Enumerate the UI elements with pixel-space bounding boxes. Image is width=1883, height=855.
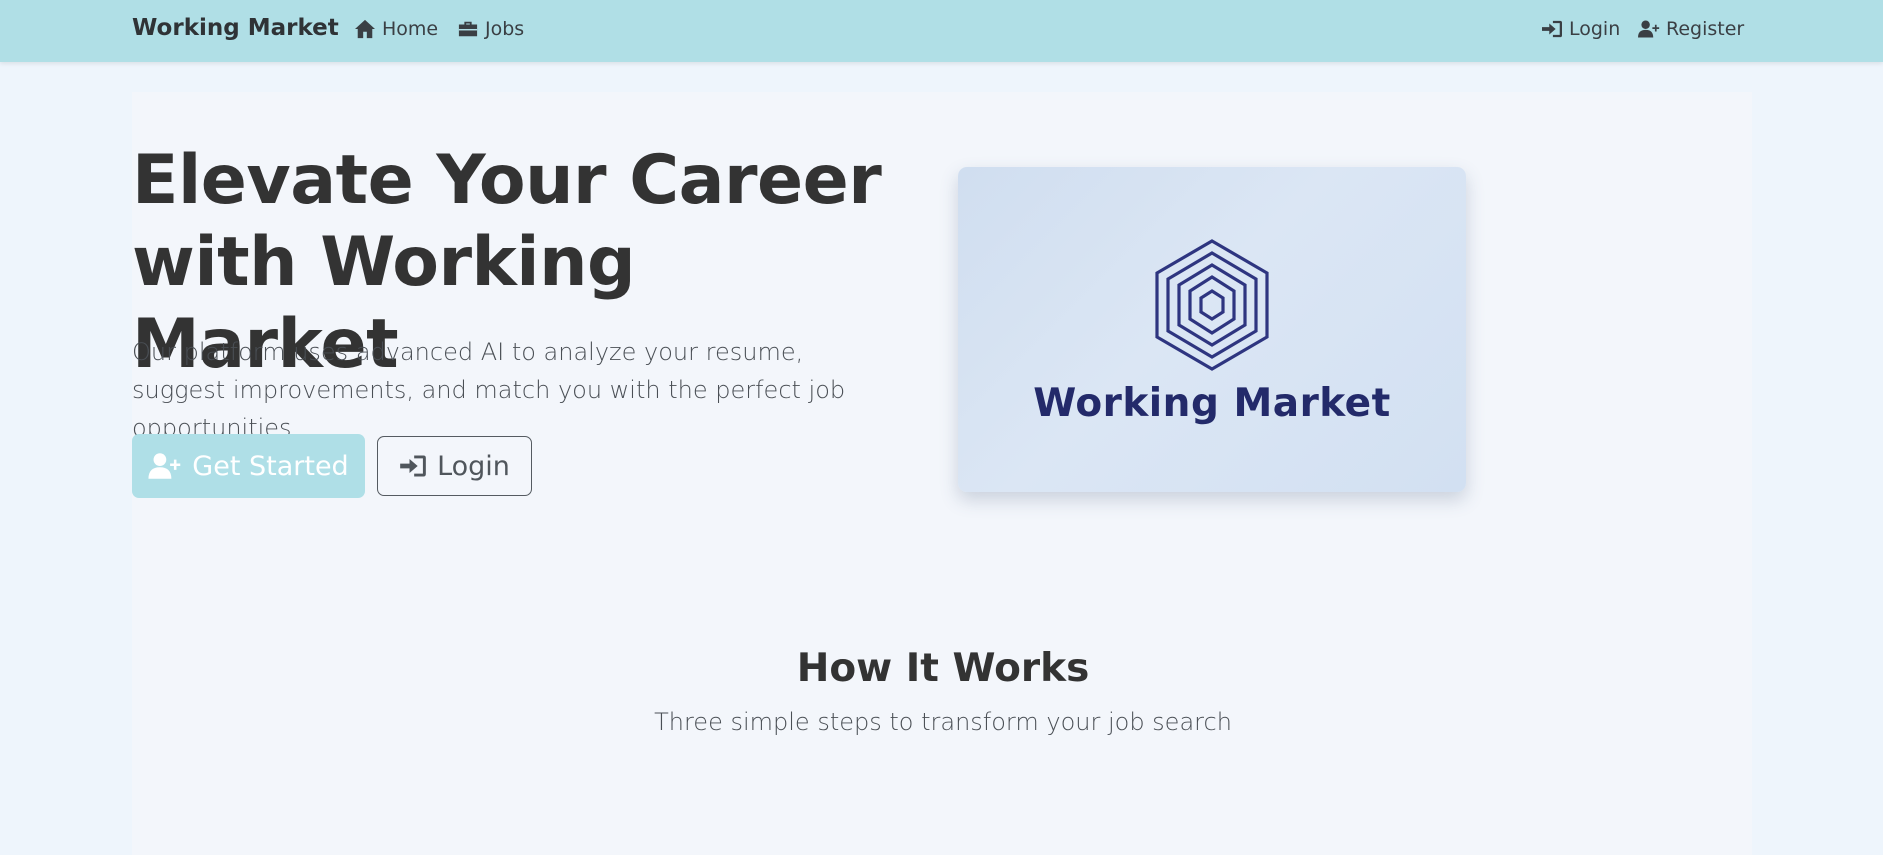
nav-register-link[interactable]: Register	[1638, 18, 1744, 40]
nav-home-label: Home	[382, 18, 439, 40]
hero-title-line1: Elevate Your Career	[132, 141, 882, 220]
briefcase-icon	[458, 21, 478, 37]
how-it-works-subtitle: Three simple steps to transform your job…	[654, 708, 1232, 736]
brand-link[interactable]: Working Market	[132, 15, 339, 41]
nav-jobs-link[interactable]: Jobs	[457, 18, 524, 40]
logo-wordmark: Working Market	[1033, 381, 1391, 426]
nav-home-link[interactable]: Home	[354, 18, 438, 40]
get-started-label: Get Started	[192, 450, 349, 482]
sign-in-icon	[400, 455, 426, 477]
user-plus-icon	[1638, 20, 1660, 38]
get-started-button[interactable]: Get Started	[132, 434, 365, 498]
hero-login-label: Login	[437, 450, 510, 482]
logo-mark-icon	[1155, 239, 1269, 371]
nav-jobs-label: Jobs	[485, 18, 525, 40]
top-navbar: Working Market Home Jobs Login Register	[0, 0, 1883, 62]
user-plus-icon	[148, 453, 181, 479]
hero-login-button[interactable]: Login	[377, 436, 532, 496]
how-it-works-title: How It Works	[796, 646, 1090, 691]
nav-login-link[interactable]: Login	[1541, 18, 1620, 40]
hero-subtitle: Our platform uses advanced AI to analyze…	[132, 338, 846, 442]
home-icon	[355, 19, 375, 39]
nav-login-label: Login	[1569, 18, 1621, 40]
logo-card	[958, 167, 1466, 492]
sign-in-icon	[1542, 20, 1562, 38]
nav-register-label: Register	[1666, 18, 1745, 40]
